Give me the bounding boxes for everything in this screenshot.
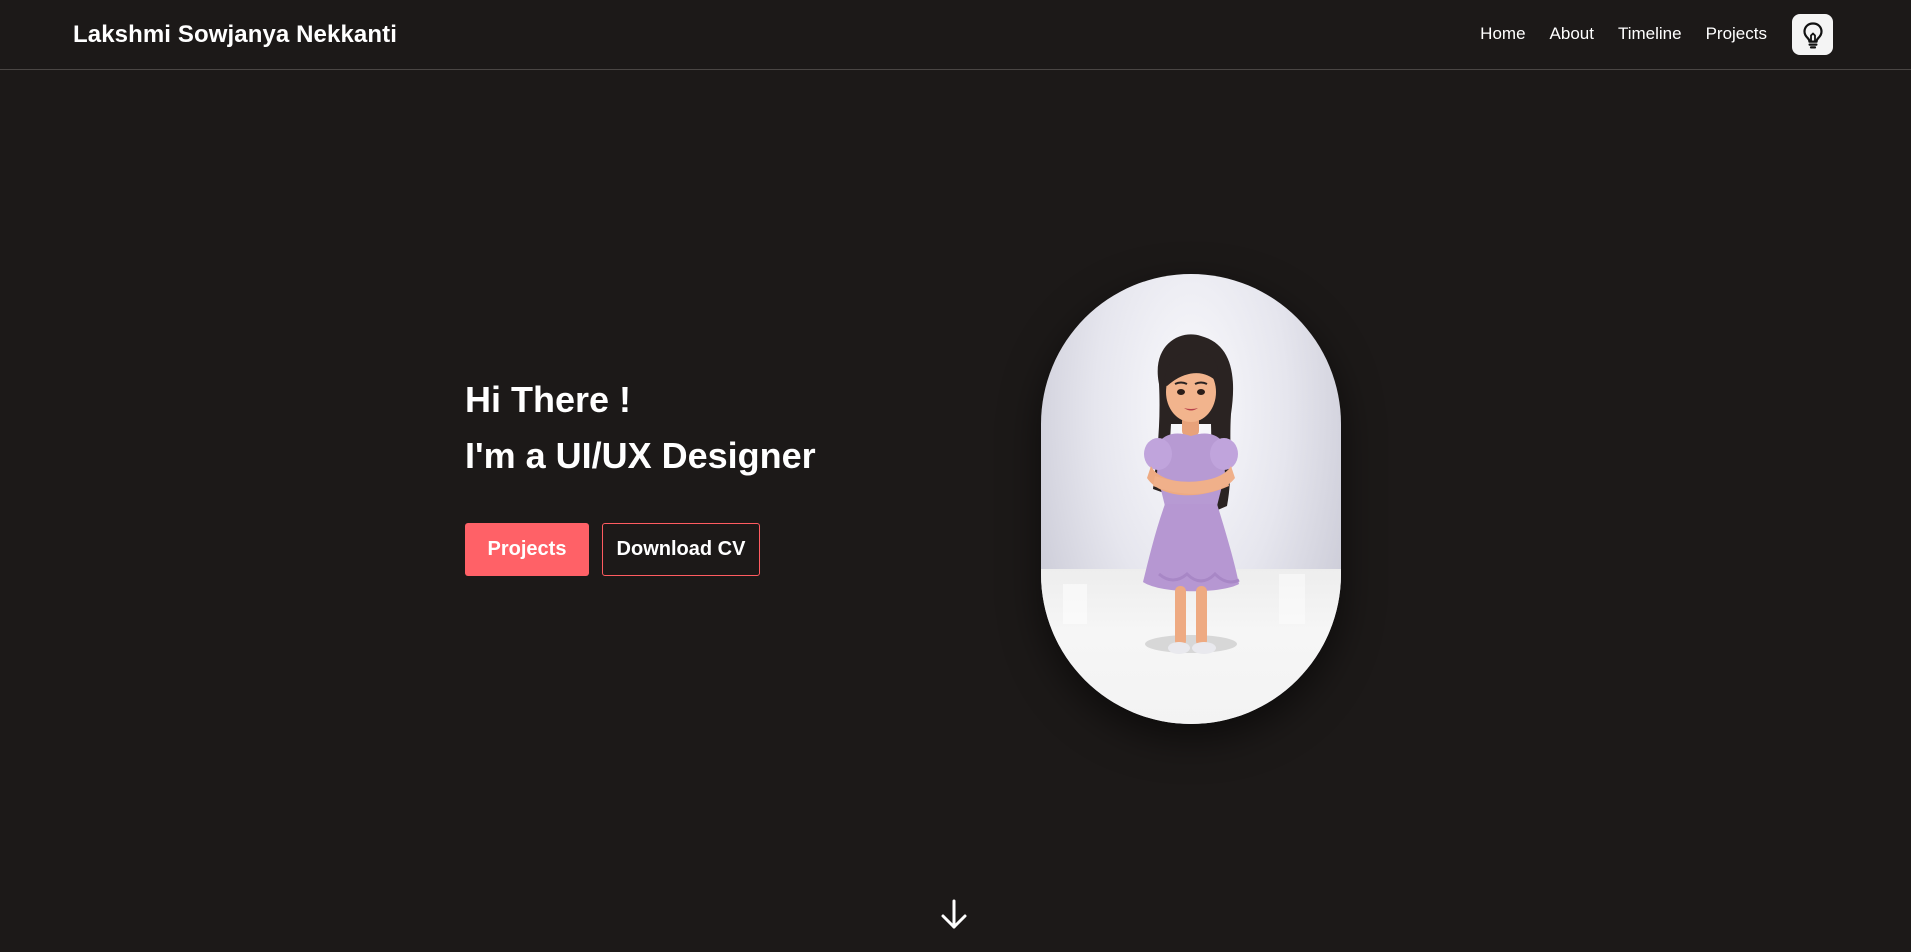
nav-timeline-link[interactable]: Timeline <box>1618 22 1682 46</box>
nav-projects-link[interactable]: Projects <box>1706 22 1767 46</box>
projects-button[interactable]: Projects <box>465 523 589 576</box>
avatar-figure <box>1063 334 1305 654</box>
nav-home-link[interactable]: Home <box>1480 22 1525 46</box>
nav-about-link[interactable]: About <box>1550 22 1594 46</box>
lightbulb-icon <box>1802 21 1823 48</box>
page: Lakshmi Sowjanya Nekkanti Home About Tim… <box>0 0 1911 952</box>
top-navbar: Lakshmi Sowjanya Nekkanti Home About Tim… <box>0 0 1911 70</box>
arrow-down-icon[interactable] <box>939 898 969 932</box>
download-cv-button[interactable]: Download CV <box>602 523 760 576</box>
site-brand[interactable]: Lakshmi Sowjanya Nekkanti <box>73 20 397 50</box>
hero-greeting: Hi There ! <box>465 379 632 420</box>
hero-actions: Projects Download CV <box>465 523 760 576</box>
theme-toggle-button[interactable] <box>1792 14 1833 55</box>
hero-intro: Hi There ! I'm a UI/UX Designer <box>465 375 816 481</box>
avatar-image <box>1041 274 1341 724</box>
main-nav: Home About Timeline Projects <box>1480 22 1767 46</box>
hero-headline: I'm a UI/UX Designer <box>465 435 816 476</box>
